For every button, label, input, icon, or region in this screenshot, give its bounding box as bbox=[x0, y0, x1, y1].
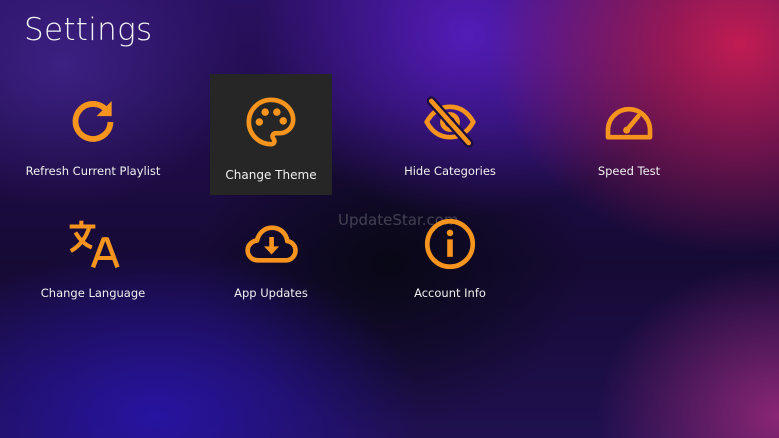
cloud-download-icon bbox=[243, 216, 299, 272]
info-icon bbox=[422, 216, 478, 272]
page-title: Settings bbox=[24, 12, 153, 48]
refresh-icon bbox=[65, 94, 121, 150]
tile-change-theme[interactable]: Change Theme bbox=[210, 74, 332, 195]
eye-off-icon bbox=[422, 94, 478, 150]
tile-refresh-current-playlist[interactable]: Refresh Current Playlist bbox=[26, 76, 160, 197]
tile-label: Refresh Current Playlist bbox=[25, 164, 161, 178]
tile-label: Speed Test bbox=[597, 164, 661, 178]
tile-label: Account Info bbox=[414, 286, 486, 300]
tile-account-info[interactable]: Account Info bbox=[389, 198, 511, 319]
translate-icon bbox=[65, 216, 121, 272]
tile-app-updates[interactable]: App Updates bbox=[210, 198, 332, 319]
tile-label: App Updates bbox=[234, 286, 308, 300]
tile-hide-categories[interactable]: Hide Categories bbox=[389, 76, 511, 197]
tile-label: Hide Categories bbox=[404, 164, 496, 178]
tile-change-language[interactable]: Change Language bbox=[32, 198, 154, 319]
palette-icon bbox=[243, 94, 299, 150]
tile-label: Change Theme bbox=[225, 168, 317, 182]
speedometer-icon bbox=[601, 94, 657, 150]
tile-speed-test[interactable]: Speed Test bbox=[568, 76, 690, 197]
tile-label: Change Language bbox=[40, 286, 146, 300]
